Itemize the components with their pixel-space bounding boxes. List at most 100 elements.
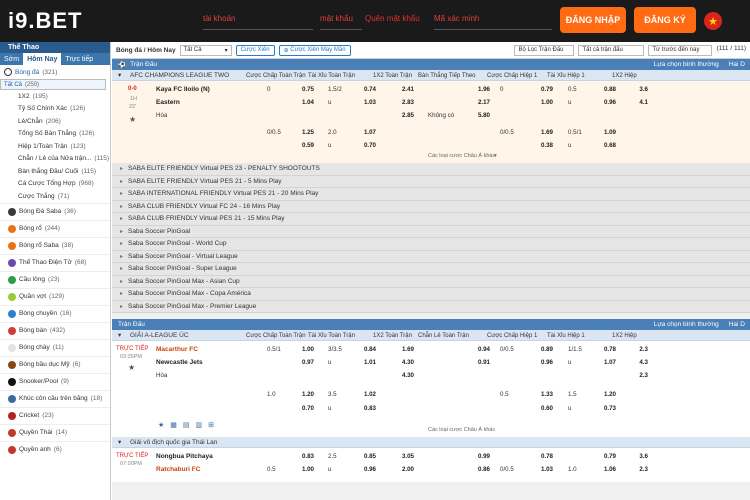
password-input[interactable] (320, 8, 362, 28)
odds-value[interactable]: 0.83 (280, 450, 314, 462)
star-icon[interactable]: ★ (158, 421, 164, 429)
sidebar-item-sport[interactable]: Bóng rổ Saba (38) (0, 236, 110, 254)
odds-value[interactable]: 4.1 (630, 96, 648, 108)
username-input[interactable] (203, 8, 313, 28)
chart-icon[interactable]: ▥ (196, 421, 203, 429)
odds-value[interactable]: 0.97 (280, 356, 314, 368)
market-filter-select[interactable]: Tất Cả ▾ (179, 44, 232, 56)
tab-today[interactable]: Hôm Nay (23, 53, 62, 65)
sidebar-subitem[interactable]: Cược Thắng (71) (0, 190, 110, 203)
odds-value[interactable]: 5.80 (450, 109, 490, 121)
odds-value[interactable]: 1.69 (510, 126, 553, 138)
odds-value[interactable]: 0.99 (450, 450, 490, 462)
odds-type-select[interactable]: Lựa chọn bình thường (649, 321, 724, 328)
home-team[interactable]: Macarthur FC (156, 343, 246, 355)
favorite-star-icon[interactable]: ★ (129, 113, 139, 125)
odds-value[interactable]: 1.07 (576, 356, 616, 368)
sidebar-subitem[interactable]: Tất Cả (250) (0, 79, 106, 90)
odds-value[interactable]: 2.83 (374, 96, 414, 108)
league-group-row[interactable]: ▸ Saba Soccer PinGoal - Virtual League (112, 250, 750, 263)
lucky-parlay-button[interactable]: ⊕ Cược Xiên May Mắn (278, 44, 351, 56)
forgot-password-link[interactable]: Quên mật khẩu (365, 14, 420, 23)
odds-value[interactable]: 3.6 (630, 83, 648, 95)
sidebar-subitem[interactable]: Cá Cược Tổng Hợp (968) (0, 178, 110, 191)
odds-value[interactable]: 0.96 (342, 463, 376, 475)
odds-value[interactable]: 0.91 (450, 356, 490, 368)
odds-value[interactable]: 2.3 (630, 343, 648, 355)
odds-value[interactable]: 1.00 (510, 96, 553, 108)
odds-value[interactable]: 0.74 (342, 83, 376, 95)
sidebar-item-sport[interactable]: Bóng chuyền (16) (0, 304, 110, 322)
odds-value[interactable]: 1.00 (280, 463, 314, 475)
live-tv-icon[interactable]: ▤ (183, 421, 190, 429)
sidebar-subitem[interactable]: Hiệp 1/Toàn Trận (123) (0, 140, 110, 153)
odds-value[interactable]: 2.41 (374, 83, 414, 95)
odds-value[interactable]: 0.78 (576, 343, 616, 355)
odds-value[interactable]: 1.04 (280, 96, 314, 108)
odds-value[interactable]: 2.3 (630, 463, 648, 475)
tab-early[interactable]: Sớm (0, 53, 23, 65)
odds-value[interactable]: 4.30 (374, 356, 414, 368)
odds-value[interactable]: 1.00 (280, 343, 314, 355)
odds-value[interactable]: 0.84 (342, 343, 376, 355)
sidebar-subitem[interactable]: Bàn thắng Đầu/ Cuối (115) (0, 165, 110, 178)
odds-value[interactable]: 0.89 (510, 343, 553, 355)
match-filter-select[interactable]: Tất cả trận đấu (578, 44, 645, 56)
odds-value[interactable]: 0.85 (342, 450, 376, 462)
odds-value[interactable]: 1.02 (342, 388, 376, 400)
sidebar-item-sport[interactable]: Khúc côn cầu trên băng (18) (0, 389, 110, 407)
site-logo[interactable]: i9.BET (8, 6, 82, 36)
favorite-star-icon[interactable]: ★ (128, 361, 138, 373)
league-group-row[interactable]: ▸ Saba Soccer PinGoal - Super League (112, 263, 750, 276)
odds-value[interactable]: 0.59 (280, 139, 314, 151)
odds-value[interactable]: 1.96 (450, 83, 490, 95)
odds-value[interactable]: 0.38 (510, 139, 553, 151)
league-group-row[interactable]: ▸ SABA CLUB FRIENDLY Virtual PES 21 - 15 … (112, 213, 750, 226)
sidebar-subitem[interactable]: 1X2 (195) (0, 90, 110, 103)
odds-value[interactable]: 0.68 (576, 139, 616, 151)
sidebar-subitem[interactable]: Tỷ Số Chính Xác (126) (0, 103, 110, 116)
register-button[interactable]: ĐĂNG KÝ (634, 7, 696, 33)
odds-value[interactable]: 1.69 (374, 343, 414, 355)
home-team[interactable]: Nongbua Pitchaya (156, 450, 246, 462)
odds-view-select[interactable]: Hai D (724, 61, 750, 68)
league-group-row[interactable]: ▸ SABA INTERNATIONAL FRIENDLY Virtual PES… (112, 188, 750, 201)
odds-value[interactable]: 0.96 (510, 356, 553, 368)
login-button[interactable]: ĐĂNG NHẬP (560, 7, 626, 33)
odds-value[interactable]: 1.20 (280, 388, 314, 400)
sidebar-item-football[interactable]: Bóng đá (321) (0, 65, 110, 79)
sidebar-item-sport[interactable]: Snooker/Pool (9) (0, 372, 110, 390)
sidebar-item-sport[interactable]: Bóng bầu dục Mỹ (6) (0, 355, 110, 373)
tab-live[interactable]: Trực tiếp (61, 53, 97, 65)
odds-value[interactable]: 0.70 (342, 139, 376, 151)
odds-value[interactable]: 1.09 (576, 126, 616, 138)
odds-view-select[interactable]: Hai D (724, 321, 750, 328)
away-team[interactable]: Eastern (156, 96, 246, 108)
odds-value[interactable]: 0.70 (280, 402, 314, 414)
league-filter-select[interactable]: Bộ Lọc Trận Đấu (514, 44, 575, 56)
odds-value[interactable]: 1.20 (576, 388, 616, 400)
parlay-button[interactable]: Cược Xiên (235, 44, 275, 56)
sidebar-subitem[interactable]: Lẻ/Chẵn (206) (0, 115, 110, 128)
odds-value[interactable]: 3.05 (374, 450, 414, 462)
sidebar-item-sport[interactable]: Bóng bàn (432) (0, 321, 110, 339)
odds-value[interactable]: 0.79 (510, 83, 553, 95)
sidebar-item-sport[interactable]: Bóng chày (11) (0, 338, 110, 356)
odds-value[interactable]: 0.75 (280, 83, 314, 95)
odds-value[interactable]: 1.06 (576, 463, 616, 475)
away-team[interactable]: Ratchaburi FC (156, 463, 246, 475)
odds-value[interactable]: 0.88 (576, 83, 616, 95)
odds-value[interactable]: 2.17 (450, 96, 490, 108)
league-group-row[interactable]: ▸ Saba Soccer PinGoal Max - Copa América (112, 288, 750, 301)
odds-value[interactable]: 0.83 (342, 402, 376, 414)
odds-value[interactable]: 2.85 (374, 109, 414, 121)
odds-value[interactable]: 1.03 (342, 96, 376, 108)
odds-value[interactable]: 1.25 (280, 126, 314, 138)
league-group-row[interactable]: ▸ Saba Soccer PinGoal Max - Premier Leagu… (112, 300, 750, 313)
sidebar-item-sport[interactable]: Bóng rổ (244) (0, 219, 110, 237)
league-group-row[interactable]: ▸ Saba Soccer PinGoal Max - Asian Cup (112, 275, 750, 288)
odds-value[interactable]: 1.07 (342, 126, 376, 138)
sidebar-item-sport[interactable]: Cầu lông (23) (0, 270, 110, 288)
sidebar-subitem[interactable]: Tổng Số Bàn Thắng (126) (0, 128, 110, 141)
away-team[interactable]: Newcastle Jets (156, 356, 246, 368)
